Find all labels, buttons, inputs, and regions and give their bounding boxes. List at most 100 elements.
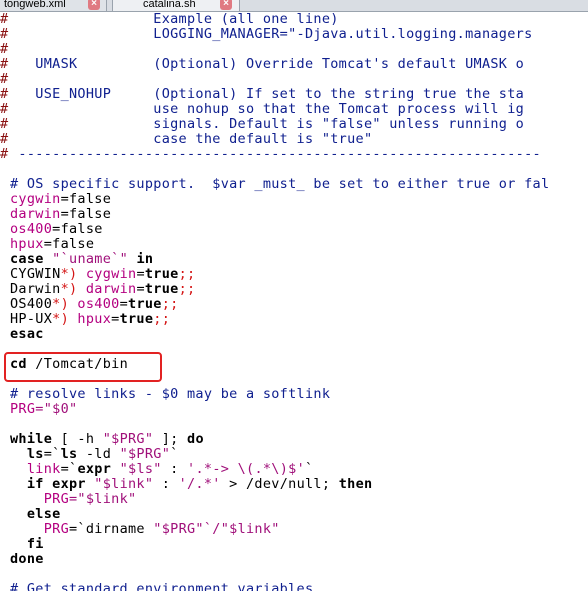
code-text: HP-UX*) hpux=true;; <box>10 312 170 327</box>
line-gutter: # <box>0 102 9 117</box>
code-token: while <box>10 431 53 447</box>
code-text: PRG="$link" <box>10 492 136 507</box>
code-token: # resolve links - $0 may be a softlink <box>10 386 331 402</box>
code-text: ls=`ls -ld "$PRG"` <box>10 447 179 462</box>
close-icon[interactable]: × <box>88 0 100 10</box>
code-token: `/"$link" <box>203 521 280 537</box>
code-token: ls <box>10 446 44 462</box>
code-token: PRG <box>10 521 69 537</box>
code-token: ----------------------------------------… <box>10 146 541 162</box>
code-token: case <box>10 251 44 267</box>
close-icon[interactable]: × <box>220 0 232 10</box>
code-text: CYGWIN*) cygwin=true;; <box>10 267 195 282</box>
code-text: # OS specific support. $var _must_ be se… <box>10 177 549 192</box>
code-token: =false <box>60 206 112 222</box>
code-line: # signals. Default is "false" unless run… <box>0 117 588 132</box>
code-text: UMASK (Optional) Override Tomcat's defau… <box>10 57 524 72</box>
code-token: UMASK (Optional) Override Tomcat's defau… <box>10 56 525 72</box>
code-line: esac <box>0 327 588 342</box>
code-token: LOGGING_MANAGER="-Djava.util.logging.man… <box>10 26 533 42</box>
code-token: ;; <box>178 266 196 282</box>
code-text: USE_NOHUP (Optional) If set to the strin… <box>10 87 524 102</box>
code-token: "$PRG" <box>144 521 204 537</box>
code-token: else <box>10 506 61 522</box>
code-token: true <box>144 281 179 297</box>
code-token: USE_NOHUP (Optional) If set to the strin… <box>10 86 525 102</box>
code-line: hpux=false <box>0 237 588 252</box>
code-text: while [ -h "$PRG" ]; do <box>10 432 204 447</box>
code-token: # OS specific support. $var _must_ be se… <box>10 176 550 192</box>
code-line: done <box>0 552 588 567</box>
code-token: = <box>136 266 145 282</box>
code-line: if expr "$link" : '/.*' > /dev/null; the… <box>0 477 588 492</box>
code-token: true <box>144 266 179 282</box>
code-token: "$PRG" <box>119 446 171 462</box>
code-token: /Tomcat/bin <box>26 356 128 372</box>
code-token: then <box>338 476 373 492</box>
code-text: case the default is "true" <box>10 132 372 147</box>
code-line: darwin=false <box>0 207 588 222</box>
code-line: ls=`ls -ld "$PRG"` <box>0 447 588 462</box>
code-token: "$PRG" <box>102 431 154 447</box>
code-line: os400=false <box>0 222 588 237</box>
code-line: cd /Tomcat/bin <box>0 357 588 372</box>
code-text: os400=false <box>10 222 103 237</box>
code-token: =` <box>43 446 61 462</box>
code-line: # Get standard environment variables <box>0 582 588 591</box>
code-token: -ld <box>77 446 120 462</box>
code-editor[interactable]: # Example (all one line) # LOGGING_MANAGE… <box>0 12 588 591</box>
code-token: os400 <box>69 296 120 312</box>
tab-label: tongweb.xml <box>4 0 66 10</box>
code-line: cygwin=false <box>0 192 588 207</box>
code-token: ` <box>305 461 314 477</box>
line-gutter: # <box>0 87 9 102</box>
code-token: =` <box>69 521 86 537</box>
code-token: dirname <box>85 521 145 537</box>
code-token: expr <box>77 461 112 477</box>
line-gutter: # <box>0 147 9 162</box>
code-line: HP-UX*) hpux=true;; <box>0 312 588 327</box>
code-token: ;; <box>178 281 196 297</box>
code-text: use nohup so that the Tomcat process wil… <box>10 102 524 117</box>
code-text: cd /Tomcat/bin <box>10 357 128 372</box>
code-text: else <box>10 507 61 522</box>
code-text: # Get standard environment variables <box>10 582 313 591</box>
code-token: HP-UX <box>10 311 53 327</box>
code-text: PRG=`dirname "$PRG"`/"$link" <box>10 522 280 537</box>
code-token: uname <box>69 251 112 267</box>
code-line: # <box>0 42 588 57</box>
code-line: # Example (all one line) <box>0 12 588 27</box>
code-line: # case the default is "true" <box>0 132 588 147</box>
line-gutter: # <box>0 132 9 147</box>
code-token: > /dev/null; <box>220 476 339 492</box>
code-token: true <box>119 311 154 327</box>
code-token: OS400 <box>10 296 53 312</box>
code-line: # LOGGING_MANAGER="-Djava.util.logging.m… <box>0 27 588 42</box>
line-gutter: # <box>0 27 9 42</box>
code-line: # --------------------------------------… <box>0 147 588 162</box>
code-text: link=`expr "$ls" : '.*-> \(.*\)$'` <box>10 462 313 477</box>
code-token: = <box>111 311 120 327</box>
tab-catalina-sh[interactable]: catalina.sh × <box>112 0 240 11</box>
code-token: darwin <box>77 281 137 297</box>
code-text: Darwin*) darwin=true;; <box>10 282 195 297</box>
code-text: darwin=false <box>10 207 111 222</box>
code-line: case "`uname`" in <box>0 252 588 267</box>
line-gutter: # <box>0 12 9 27</box>
code-text: OS400*) os400=true;; <box>10 297 179 312</box>
code-token: cd <box>10 356 27 372</box>
line-gutter: # <box>0 57 9 72</box>
code-text: # resolve links - $0 may be a softlink <box>10 387 330 402</box>
code-text: PRG="$0" <box>10 402 77 417</box>
code-line: # USE_NOHUP (Optional) If set to the str… <box>0 87 588 102</box>
code-line: # use nohup so that the Tomcat process w… <box>0 102 588 117</box>
code-token: true <box>128 296 162 312</box>
code-token: ` <box>170 446 179 462</box>
code-token: "$link" <box>85 476 154 492</box>
code-token: "$ls" <box>111 461 162 477</box>
code-line: fi <box>0 537 588 552</box>
code-token: '.*-> \(.*\)$' <box>187 461 306 477</box>
code-token: in <box>136 251 154 267</box>
tab-tongweb-xml[interactable]: tongweb.xml × <box>0 0 107 11</box>
